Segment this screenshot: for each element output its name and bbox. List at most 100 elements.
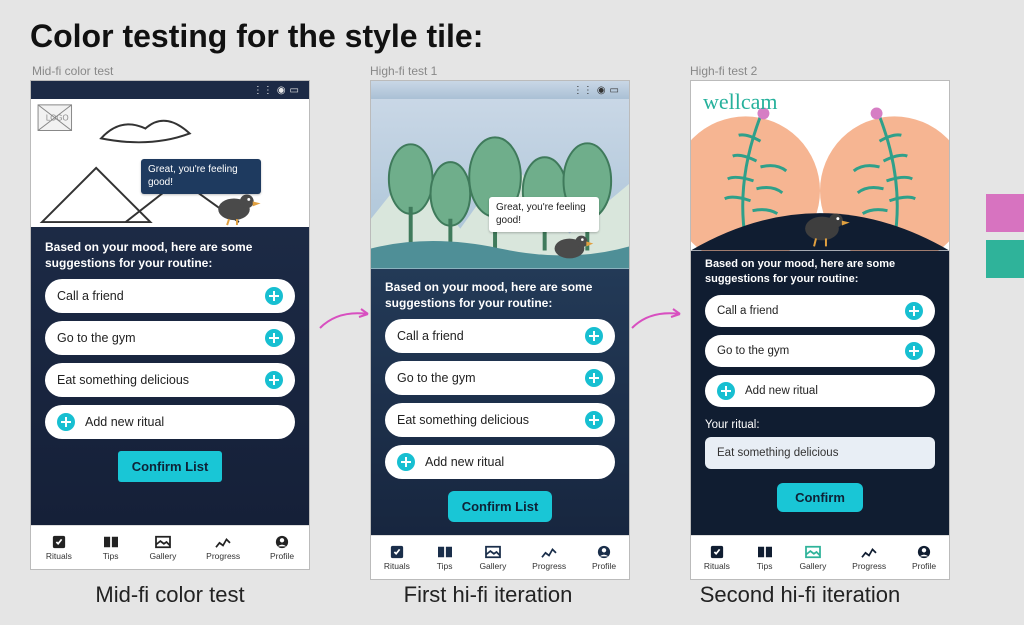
- tab-gallery[interactable]: Gallery: [149, 535, 176, 561]
- plus-icon[interactable]: [397, 453, 415, 471]
- tips-icon: [756, 545, 774, 559]
- brand-logo: wellcam: [703, 89, 778, 115]
- tab-profile[interactable]: Profile: [592, 545, 616, 571]
- tab-label: Progress: [532, 561, 566, 571]
- suggestion-item[interactable]: Go to the gym: [45, 321, 295, 355]
- confirm-button[interactable]: Confirm List: [448, 491, 553, 522]
- tab-label: Tips: [103, 551, 119, 561]
- plus-icon[interactable]: [585, 369, 603, 387]
- tab-profile[interactable]: Profile: [912, 545, 936, 571]
- suggestion-label: Eat something delicious: [57, 373, 189, 387]
- suggestion-item[interactable]: Call a friend: [45, 279, 295, 313]
- rituals-icon: [388, 545, 406, 559]
- page-title: Color testing for the style tile:: [30, 18, 483, 55]
- battery-icon: ▭: [610, 85, 619, 96]
- profile-icon: [595, 545, 613, 559]
- status-bar: ⋮⋮ ◉ ▭: [31, 81, 309, 99]
- tab-gallery[interactable]: Gallery: [799, 545, 826, 571]
- progress-icon: [214, 535, 232, 549]
- suggestion-label: Go to the gym: [717, 345, 789, 357]
- plus-icon[interactable]: [905, 342, 923, 360]
- plus-icon[interactable]: [585, 411, 603, 429]
- progress-icon: [860, 545, 878, 559]
- suggestion-item[interactable]: Call a friend: [705, 295, 935, 327]
- suggestion-item[interactable]: Eat something delicious: [385, 403, 615, 437]
- tab-profile[interactable]: Profile: [270, 535, 294, 561]
- gallery-icon: [154, 535, 172, 549]
- add-new-label: Add new ritual: [745, 385, 818, 397]
- tab-label: Tips: [757, 561, 773, 571]
- tab-label: Progress: [206, 551, 240, 561]
- add-new-ritual[interactable]: Add new ritual: [705, 375, 935, 407]
- caption-2: First hi-fi iteration: [368, 582, 608, 608]
- suggestion-item[interactable]: Go to the gym: [705, 335, 935, 367]
- tab-label: Rituals: [704, 561, 730, 571]
- tab-progress[interactable]: Progress: [206, 535, 240, 561]
- swatch-teal: [986, 240, 1024, 278]
- profile-icon: [915, 545, 933, 559]
- speech-bubble: Great, you're feeling good!: [489, 197, 599, 232]
- speech-bubble: Great, you're feeling good!: [141, 159, 261, 194]
- tab-progress[interactable]: Progress: [852, 545, 886, 571]
- tab-label: Profile: [270, 551, 294, 561]
- plus-icon[interactable]: [265, 329, 283, 347]
- tab-rituals[interactable]: Rituals: [384, 545, 410, 571]
- tab-tips[interactable]: Tips: [102, 535, 120, 561]
- tab-tips[interactable]: Tips: [436, 545, 454, 571]
- plus-icon[interactable]: [585, 327, 603, 345]
- tab-label: Gallery: [799, 561, 826, 571]
- tips-icon: [102, 535, 120, 549]
- your-ritual-label: Your ritual:: [705, 419, 935, 431]
- tab-label: Gallery: [149, 551, 176, 561]
- tab-label: Tips: [437, 561, 453, 571]
- tab-bar: Rituals Tips Gallery Progress Profile: [691, 535, 949, 579]
- battery-icon: ▭: [290, 85, 299, 96]
- tab-progress[interactable]: Progress: [532, 545, 566, 571]
- suggestion-label: Go to the gym: [397, 371, 476, 385]
- plus-icon[interactable]: [57, 413, 75, 431]
- plus-icon[interactable]: [265, 287, 283, 305]
- progress-icon: [540, 545, 558, 559]
- tips-icon: [436, 545, 454, 559]
- tab-gallery[interactable]: Gallery: [479, 545, 506, 571]
- suggestion-item[interactable]: Call a friend: [385, 319, 615, 353]
- rituals-icon: [50, 535, 68, 549]
- wifi-icon: ◉: [597, 85, 606, 96]
- tab-bar: Rituals Tips Gallery Progress Profile: [31, 525, 309, 569]
- suggestion-label: Call a friend: [57, 289, 124, 303]
- confirm-button[interactable]: Confirm: [777, 483, 863, 512]
- column-label-1: Mid-fi color test: [32, 64, 113, 78]
- plus-icon[interactable]: [265, 371, 283, 389]
- tab-tips[interactable]: Tips: [756, 545, 774, 571]
- add-new-label: Add new ritual: [425, 455, 504, 469]
- tab-label: Profile: [912, 561, 936, 571]
- confirm-button[interactable]: Confirm List: [118, 451, 223, 482]
- plus-icon[interactable]: [717, 382, 735, 400]
- prompt-text: Based on your mood, here are some sugges…: [385, 279, 615, 311]
- suggestion-label: Call a friend: [717, 305, 778, 317]
- column-label-3: High-fi test 2: [690, 64, 757, 78]
- suggestion-item[interactable]: Go to the gym: [385, 361, 615, 395]
- rituals-icon: [708, 545, 726, 559]
- suggestion-label: Eat something delicious: [397, 413, 529, 427]
- tab-bar: Rituals Tips Gallery Progress Profile: [371, 535, 629, 579]
- your-ritual-value[interactable]: Eat something delicious: [705, 437, 935, 469]
- tab-rituals[interactable]: Rituals: [46, 535, 72, 561]
- hero-illustration-forest: [371, 99, 629, 269]
- plus-icon[interactable]: [905, 302, 923, 320]
- signal-icon: ⋮⋮: [253, 85, 273, 96]
- mockup-hifi-2: wellcam Based on your mood, here are som…: [690, 80, 950, 580]
- caption-3: Second hi-fi iteration: [660, 582, 940, 608]
- suggestion-item[interactable]: Eat something delicious: [45, 363, 295, 397]
- tab-label: Rituals: [46, 551, 72, 561]
- status-bar: ⋮⋮ ◉ ▭: [371, 81, 629, 99]
- logo-placeholder: LOGO: [46, 114, 69, 123]
- add-new-ritual[interactable]: Add new ritual: [45, 405, 295, 439]
- caption-1: Mid-fi color test: [60, 582, 280, 608]
- signal-icon: ⋮⋮: [573, 85, 593, 96]
- add-new-ritual[interactable]: Add new ritual: [385, 445, 615, 479]
- tab-label: Gallery: [479, 561, 506, 571]
- mockup-midfi: ⋮⋮ ◉ ▭ LOGO Great, you're feeling good! …: [30, 80, 310, 570]
- arrow-icon: [318, 300, 378, 340]
- tab-rituals[interactable]: Rituals: [704, 545, 730, 571]
